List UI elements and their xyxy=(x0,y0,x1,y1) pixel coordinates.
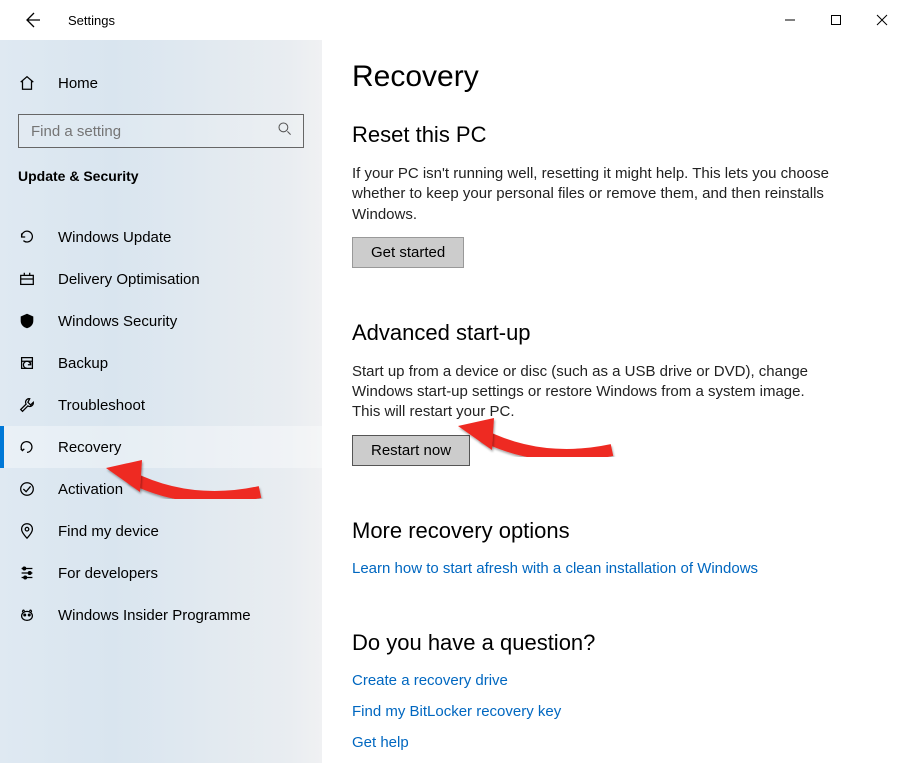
update-icon xyxy=(18,228,40,246)
nav-label: Delivery Optimisation xyxy=(58,271,200,288)
nav-label: Windows Insider Programme xyxy=(58,607,251,624)
create-recovery-drive-link[interactable]: Create a recovery drive xyxy=(352,672,875,689)
bitlocker-key-link[interactable]: Find my BitLocker recovery key xyxy=(352,703,875,720)
nav-for-developers[interactable]: For developers xyxy=(0,552,322,594)
nav-activation[interactable]: Activation xyxy=(0,468,322,510)
back-button[interactable] xyxy=(16,10,48,30)
sidebar-category: Update & Security xyxy=(0,168,322,184)
get-help-link[interactable]: Get help xyxy=(352,734,875,751)
nav-label: Troubleshoot xyxy=(58,397,145,414)
insider-icon xyxy=(18,606,40,624)
maximize-button[interactable] xyxy=(813,0,859,40)
nav-windows-update[interactable]: Windows Update xyxy=(0,216,322,258)
nav-label: Windows Security xyxy=(58,313,177,330)
shield-icon xyxy=(18,312,40,330)
advanced-heading: Advanced start-up xyxy=(352,320,875,346)
advanced-body: Start up from a device or disc (such as … xyxy=(352,362,832,423)
nav-windows-security[interactable]: Windows Security xyxy=(0,300,322,342)
more-heading: More recovery options xyxy=(352,518,875,544)
backup-icon xyxy=(18,354,40,372)
nav-backup[interactable]: Backup xyxy=(0,342,322,384)
minimize-button[interactable] xyxy=(767,0,813,40)
window-title: Settings xyxy=(68,13,115,28)
nav-home[interactable]: Home xyxy=(0,70,322,96)
sliders-icon xyxy=(18,564,40,582)
delivery-icon xyxy=(18,270,40,288)
wrench-icon xyxy=(18,396,40,414)
nav-delivery-optimisation[interactable]: Delivery Optimisation xyxy=(0,258,322,300)
nav-label: Activation xyxy=(58,481,123,498)
search-input[interactable] xyxy=(29,122,273,141)
nav-home-label: Home xyxy=(58,75,98,92)
nav-troubleshoot[interactable]: Troubleshoot xyxy=(0,384,322,426)
nav-label: Backup xyxy=(58,355,108,372)
check-icon xyxy=(18,480,40,498)
restart-now-button[interactable]: Restart now xyxy=(352,435,470,466)
nav-label: For developers xyxy=(58,565,158,582)
search-box[interactable] xyxy=(18,114,304,148)
nav-recovery[interactable]: Recovery xyxy=(0,426,322,468)
reset-body: If your PC isn't running well, resetting… xyxy=(352,164,832,225)
search-icon xyxy=(273,121,297,141)
nav-label: Recovery xyxy=(58,439,121,456)
sidebar: Home Update & Security Windows Update De… xyxy=(0,40,322,763)
fresh-install-link[interactable]: Learn how to start afresh with a clean i… xyxy=(352,560,758,577)
question-heading: Do you have a question? xyxy=(352,630,875,656)
location-icon xyxy=(18,522,40,540)
reset-heading: Reset this PC xyxy=(352,122,875,148)
get-started-button[interactable]: Get started xyxy=(352,237,464,268)
main-panel: Recovery Reset this PC If your PC isn't … xyxy=(322,40,905,763)
nav-label: Windows Update xyxy=(58,229,171,246)
close-button[interactable] xyxy=(859,0,905,40)
nav-find-my-device[interactable]: Find my device xyxy=(0,510,322,552)
home-icon xyxy=(18,74,40,92)
page-title: Recovery xyxy=(352,60,875,94)
recovery-icon xyxy=(18,438,40,456)
nav-label: Find my device xyxy=(58,523,159,540)
nav-insider-programme[interactable]: Windows Insider Programme xyxy=(0,594,322,636)
